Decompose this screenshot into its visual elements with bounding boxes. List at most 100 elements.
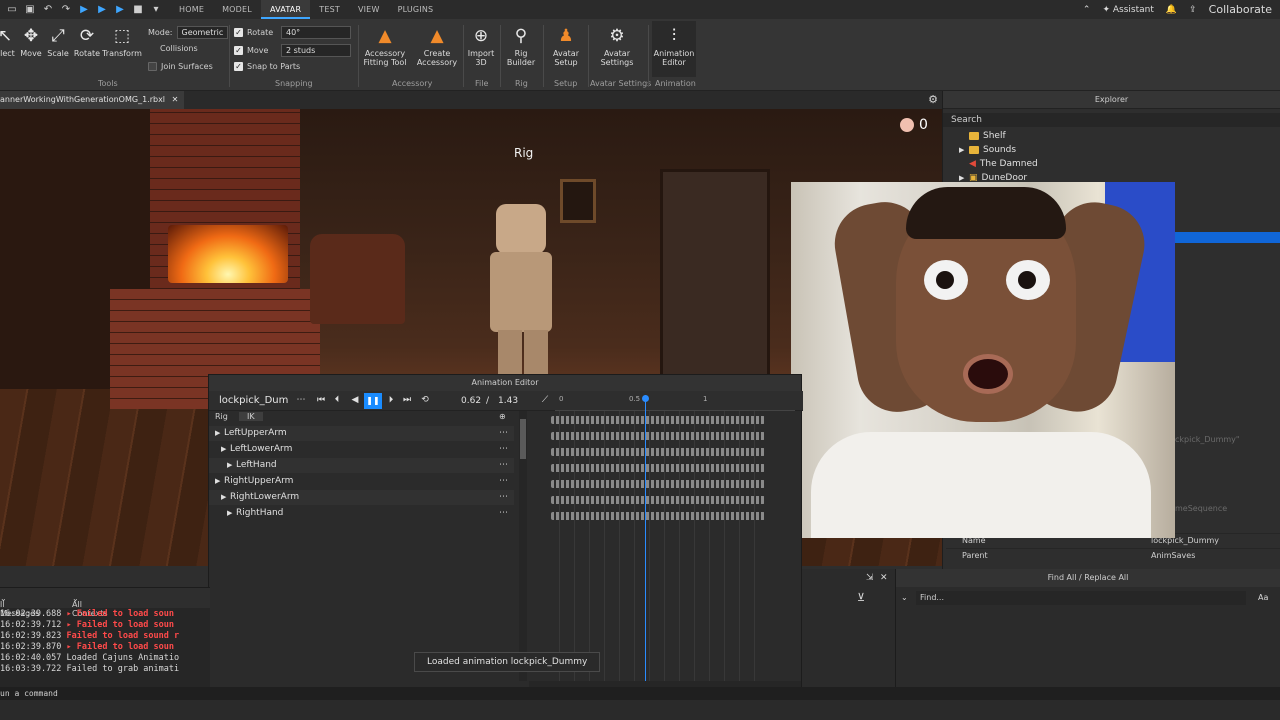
loop-icon[interactable]: ⟲ [419,395,431,405]
tree-item-shelf[interactable]: Shelf [943,129,1280,143]
overflow-icon[interactable]: ▾ [150,4,162,16]
track-scrollbar[interactable] [519,411,527,681]
snap-to-parts-checkbox[interactable]: ✓ [234,62,243,71]
track-row[interactable]: ▶ RightHand ⋯ [209,506,514,521]
match-case-toggle[interactable]: Aa [1258,593,1268,602]
timeline-ruler[interactable]: 0 0.5 1 [555,395,795,411]
track-options-icon[interactable]: ⋯ [499,442,508,457]
track-row[interactable]: ▶ LeftUpperArm ⋯ [209,426,514,441]
join-surfaces-option[interactable]: Join Surfaces [148,62,213,71]
play-icon[interactable]: ▶ [78,4,90,16]
track-options-icon[interactable]: ⋯ [499,490,508,505]
keyframe-row[interactable] [551,448,765,456]
stop-icon[interactable]: ■ [132,4,144,16]
select-tool[interactable]: ↖elect [0,25,16,58]
keyframe-summary-row[interactable] [551,416,765,424]
move-snap-checkbox[interactable]: ✓ [234,46,243,55]
tab-model[interactable]: MODEL [213,0,261,19]
playhead[interactable] [642,395,649,687]
join-surfaces-checkbox[interactable] [148,62,157,71]
animation-editor-button[interactable]: ⫶ Animation Editor [652,21,696,77]
track-row[interactable]: ▶ LeftHand ⋯ [209,458,514,473]
avatar-settings-button[interactable]: ⚙ Avatar Settings [596,25,638,67]
current-time[interactable]: 0.62 [461,396,481,406]
add-track-icon[interactable]: ⊕ [499,412,506,421]
skip-start-icon[interactable]: ⏮ [315,395,327,405]
create-accessory-button[interactable]: ▲ Create Accessory [414,25,460,67]
share-icon[interactable]: ⇪ [1189,5,1197,15]
undo-icon[interactable]: ↶ [42,4,54,16]
track-options-icon[interactable]: ⋯ [499,474,508,489]
track-options-icon[interactable]: ⋯ [499,426,508,441]
accessory-fitting-tool-button[interactable]: ▲ Accessory Fitting Tool [362,25,408,67]
rig-model[interactable] [470,204,552,390]
step-forward-icon[interactable]: ⏵ [385,395,397,405]
close-icon[interactable]: ✕ [880,573,888,583]
redo-icon[interactable]: ↷ [60,4,72,16]
expand-icon[interactable]: ▶ [227,506,232,521]
explorer-search[interactable]: Search [943,113,1280,127]
keyframe-row[interactable] [551,432,765,440]
close-icon[interactable]: ✕ [172,95,179,104]
rig-builder-button[interactable]: ⚲ Rig Builder [505,25,537,67]
tree-item-the-damned[interactable]: ◀ The Damned [943,157,1280,171]
command-bar[interactable]: un a command [0,687,1280,700]
track-row[interactable]: ▶ LeftLowerArm ⋯ [209,442,514,457]
track-options-icon[interactable]: ⋯ [499,458,508,473]
move-tool[interactable]: ✥ Move [19,25,43,58]
find-input[interactable]: Find... [916,591,1246,605]
filter-icon[interactable]: ⊻ [857,591,865,604]
keyframe-row[interactable] [551,512,765,520]
tree-item-sounds[interactable]: ▶ Sounds [943,143,1280,157]
rotate-snap-checkbox[interactable]: ✓ [234,28,243,37]
dock-icon[interactable]: ⇲ [866,573,874,583]
expand-icon[interactable]: ▶ [215,474,220,489]
notification-icon[interactable]: 🔔 [1166,5,1177,15]
tab-rig[interactable]: Rig [215,412,228,421]
expand-icon[interactable]: ⌄ [901,593,908,602]
timeline[interactable]: 0 0.5 1 [551,395,795,685]
collaborate-button[interactable]: Collaborate [1209,3,1272,16]
more-options-icon[interactable]: ⋯ [295,395,307,405]
tab-ik[interactable]: IK [239,412,263,421]
expand-icon[interactable]: ▶ [227,458,232,473]
expand-icon[interactable]: ▶ [221,442,226,457]
move-snap-input[interactable]: 2 studs [281,44,351,57]
tab-avatar[interactable]: AVATAR [260,0,311,19]
tab-view[interactable]: VIEW [349,0,389,19]
settings-gear-icon[interactable]: ⚙ [928,93,938,106]
snap-to-parts-option[interactable]: ✓ Snap to Parts [234,62,300,71]
skip-end-icon[interactable]: ⏭ [401,395,413,405]
step-back-icon[interactable]: ⏴ [331,395,343,405]
assistant-button[interactable]: ✦ Assistant [1102,5,1153,15]
animation-name[interactable]: lockpick_Dum [219,395,288,406]
tab-plugins[interactable]: PLUGINS [389,0,443,19]
play-here-icon[interactable]: ▶ [96,4,108,16]
rotate-snap-input[interactable]: 40° [281,26,351,39]
rotate-tool[interactable]: ⟳ Rotate [73,25,101,58]
transform-tool[interactable]: ⬚ Transform [102,25,142,58]
collapse-icon[interactable]: ⌃ [1083,5,1091,15]
keyframe-row[interactable] [551,480,765,488]
play-reverse-icon[interactable]: ◀ [349,395,361,405]
avatar-setup-button[interactable]: ♟ Avatar Setup [548,25,584,67]
mode-dropdown[interactable]: Geometric [176,26,229,39]
track-options-icon[interactable]: ⋯ [499,506,508,521]
import-3d-button[interactable]: ⊕ Import 3D [466,25,496,67]
scale-tool[interactable]: ⤢ Scale [46,25,70,58]
total-time[interactable]: 1.43 [498,396,518,406]
collisions-option[interactable]: Collisions [160,44,198,53]
track-row[interactable]: ▶ RightUpperArm ⋯ [209,474,514,489]
property-row-parent[interactable]: Parent AnimSaves [946,548,1280,563]
expand-icon[interactable]: ▶ [215,426,220,441]
document-tab[interactable]: annerWorkingWithGenerationOMG_1.rbxl ✕ [0,91,185,109]
expand-icon[interactable]: ▶ [959,143,969,157]
save-icon[interactable]: ▣ [24,4,36,16]
track-row[interactable]: ▶ RightLowerArm ⋯ [209,490,514,505]
file-icon[interactable]: ▭ [6,4,18,16]
message-filter-dropdown[interactable]: ll Messages ⌄ [0,594,39,618]
context-filter-dropdown[interactable]: All Contexts ⌄ [72,594,108,618]
keyframe-row[interactable] [551,464,765,472]
expand-icon[interactable]: ▶ [221,490,226,505]
tab-test[interactable]: TEST [310,0,349,19]
